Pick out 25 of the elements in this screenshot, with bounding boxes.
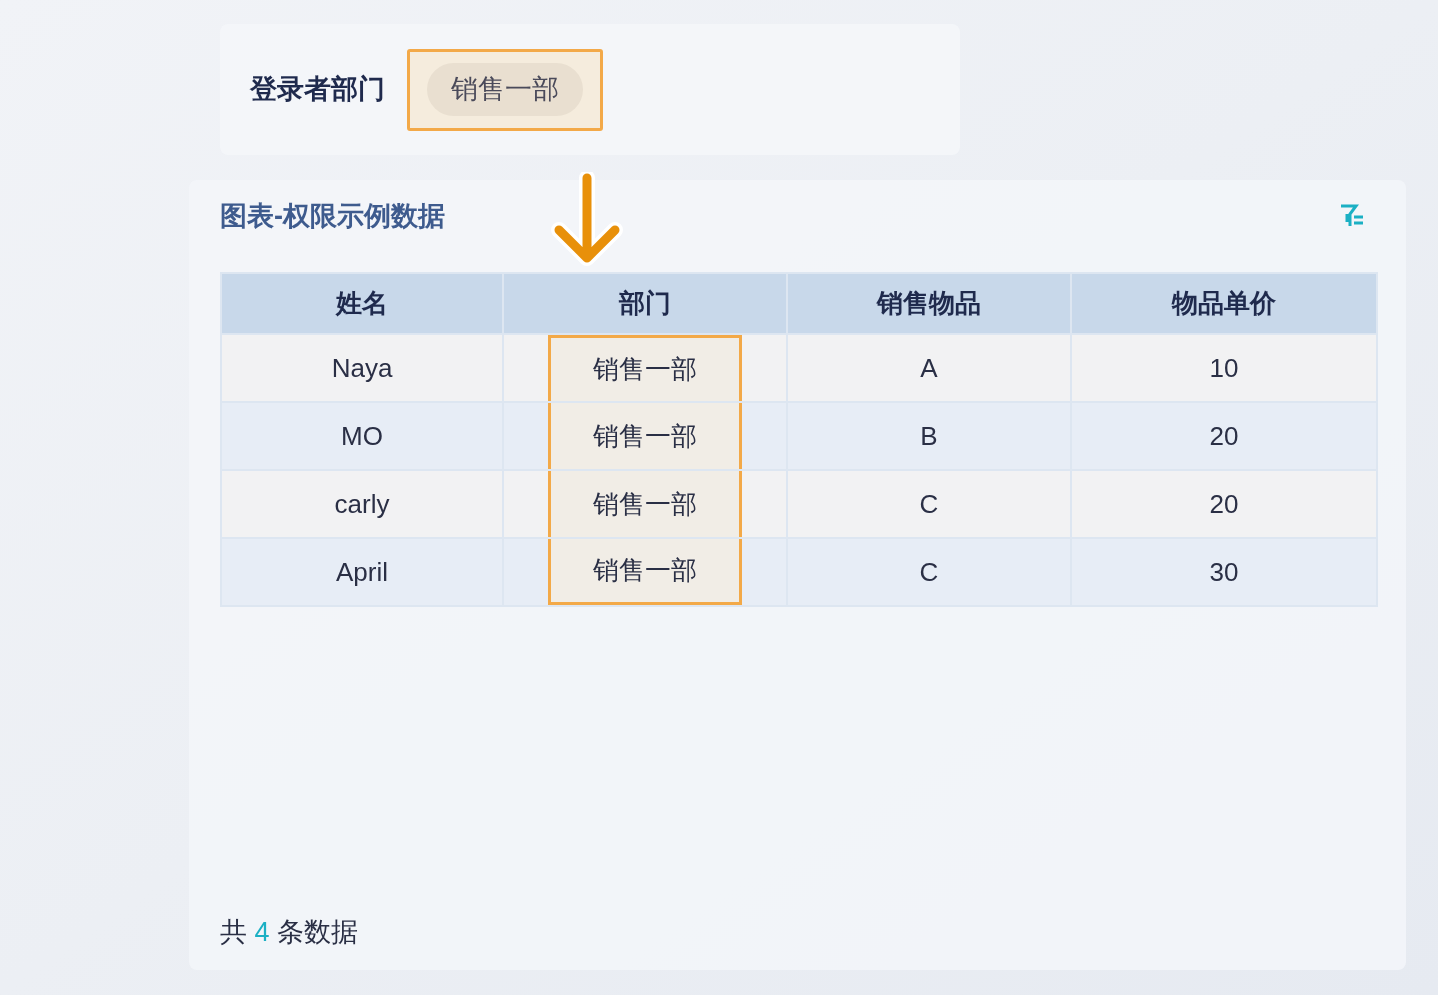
department-tag: 销售一部 bbox=[427, 63, 583, 116]
column-header: 部门 bbox=[503, 273, 787, 334]
highlighted-cell: 销售一部 bbox=[548, 335, 742, 401]
column-header: 销售物品 bbox=[787, 273, 1071, 334]
table-cell-text: 30 bbox=[1208, 555, 1240, 589]
table-cell-text: C bbox=[918, 487, 940, 521]
table-cell-text: MO bbox=[340, 419, 384, 453]
table-cell-text: 10 bbox=[1208, 351, 1240, 385]
table-cell-text: Naya bbox=[330, 351, 394, 385]
department-label: 登录者部门 bbox=[250, 73, 385, 107]
table-cell-text: C bbox=[918, 555, 940, 589]
record-count: 共 4 条数据 bbox=[220, 915, 360, 949]
table-cell-text: 20 bbox=[1208, 419, 1240, 453]
column-header: 物品单价 bbox=[1071, 273, 1377, 334]
highlighted-cell: 销售一部 bbox=[548, 471, 742, 537]
column-header: 姓名 bbox=[221, 273, 503, 334]
highlighted-cell: 销售一部 bbox=[548, 539, 742, 605]
table-cell-text: April bbox=[335, 555, 389, 589]
filter-icon[interactable] bbox=[1339, 204, 1365, 228]
table-cell-text: 20 bbox=[1208, 487, 1240, 521]
panel-title: 图表-权限示例数据 bbox=[220, 199, 445, 233]
table-cell-text: A bbox=[919, 351, 939, 385]
highlighted-cell: 销售一部 bbox=[548, 403, 742, 469]
table-cell-text: carly bbox=[333, 487, 391, 521]
table-cell-text: B bbox=[919, 419, 939, 453]
